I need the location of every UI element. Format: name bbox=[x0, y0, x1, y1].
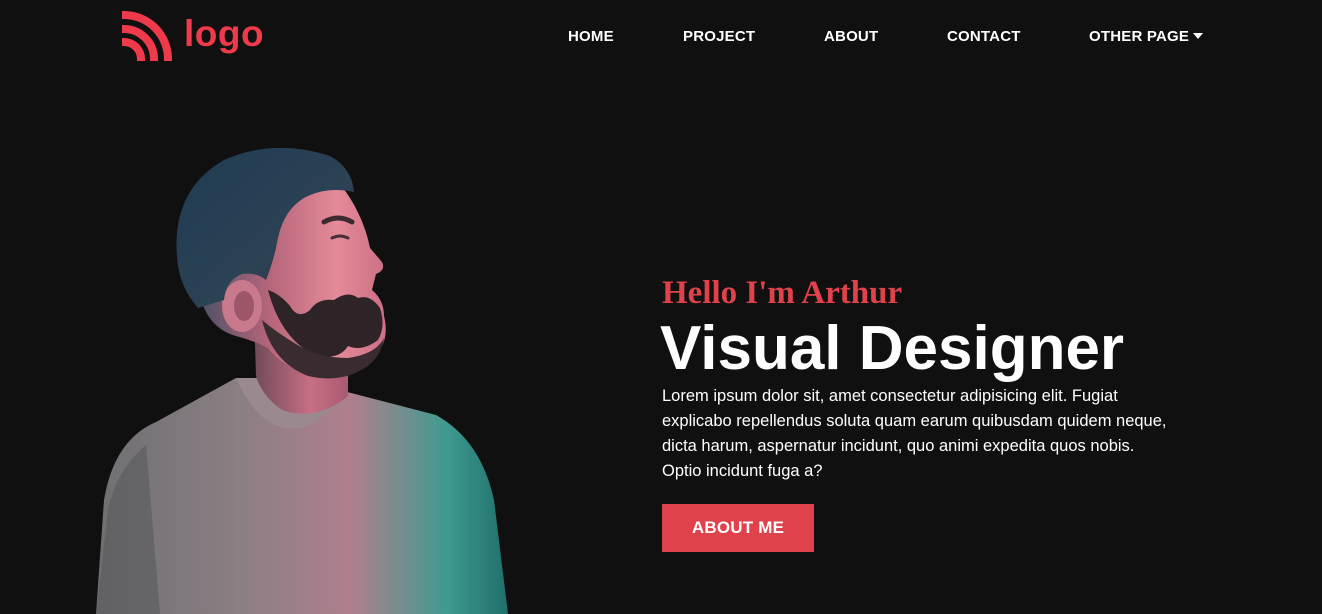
hero-portrait-image bbox=[96, 147, 508, 614]
caret-down-icon bbox=[1193, 33, 1204, 39]
nav-item-contact[interactable]: CONTACT bbox=[947, 28, 1021, 46]
nav-item-home[interactable]: HOME bbox=[568, 28, 614, 46]
main-nav: HOME PROJECT ABOUT CONTACT OTHER PAGE bbox=[0, 28, 1322, 46]
nav-item-other-page-label: OTHER PAGE bbox=[1089, 28, 1190, 45]
hero-greeting: Hello I'm Arthur bbox=[662, 275, 903, 311]
page: logo HOME PROJECT ABOUT CONTACT OTHER PA… bbox=[0, 0, 1322, 614]
nav-item-project[interactable]: PROJECT bbox=[683, 28, 755, 46]
about-me-button[interactable]: ABOUT ME bbox=[662, 504, 814, 552]
nav-item-about[interactable]: ABOUT bbox=[824, 28, 878, 46]
nav-item-other-page[interactable]: OTHER PAGE bbox=[1089, 28, 1204, 46]
hero-headline: Visual Designer bbox=[660, 314, 1125, 383]
hero-description: Lorem ipsum dolor sit, amet consectetur … bbox=[662, 387, 1167, 480]
